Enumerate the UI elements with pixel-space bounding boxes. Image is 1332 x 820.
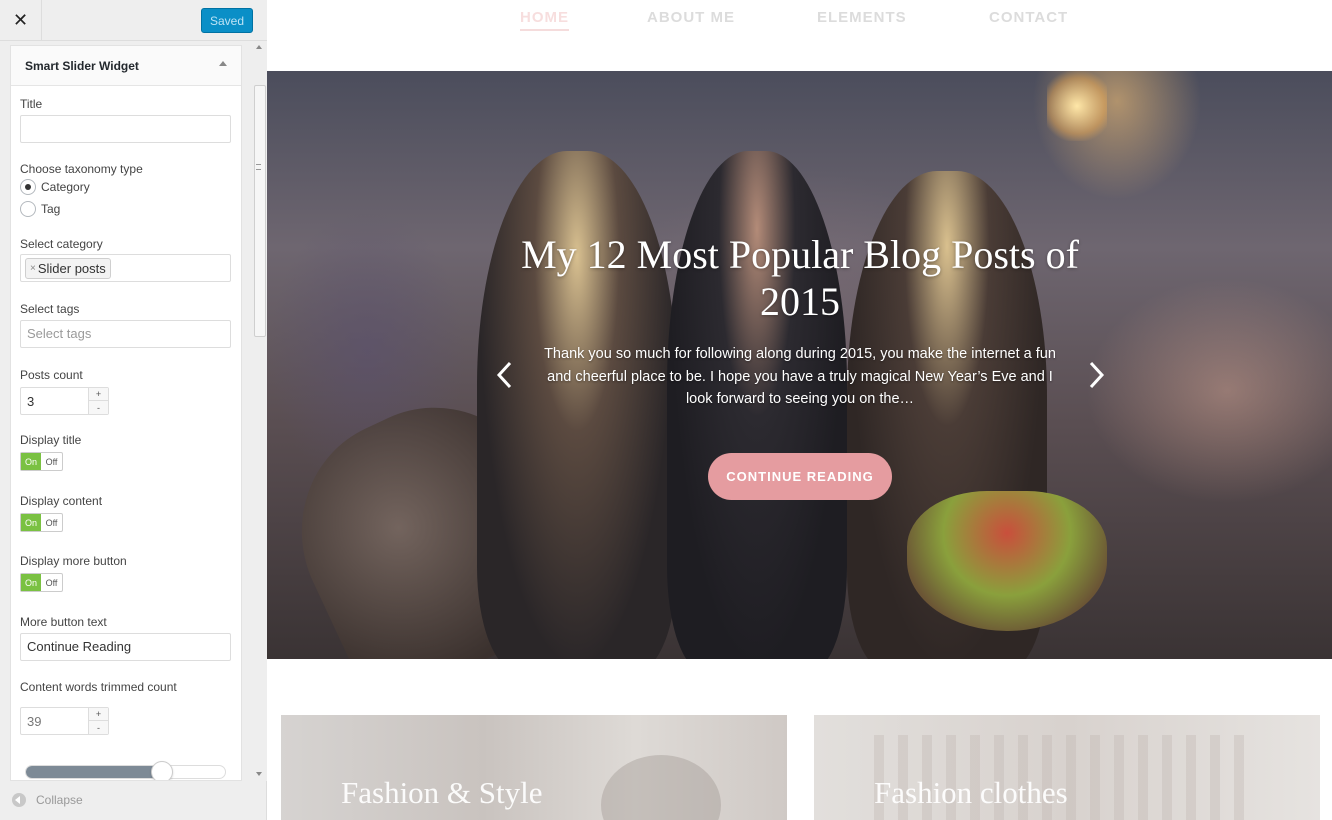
hero-excerpt: Thank you so much for following along du… — [544, 346, 1056, 407]
hero-title: My 12 Most Popular Blog Posts of 2015 — [521, 232, 1079, 324]
display-more-label: Display more button — [20, 554, 127, 568]
nav-home[interactable]: HOME — [520, 9, 569, 31]
display-title-label: Display title — [20, 433, 82, 447]
chevron-left-icon[interactable] — [496, 361, 512, 389]
tags-select[interactable]: Select tags — [20, 320, 231, 348]
scroll-down-icon[interactable] — [256, 772, 262, 776]
toggle-on: On — [21, 574, 41, 591]
collapse-arrow-icon — [12, 793, 26, 807]
widget-title: Smart Slider Widget — [25, 59, 139, 73]
toggle-on: On — [21, 514, 41, 531]
category-chip: × Slider posts — [25, 258, 111, 279]
widget-panel: Smart Slider Widget Title Choose taxonom… — [10, 45, 242, 781]
site-preview: HOME ABOUT ME ELEMENTS CONTACT My 12 Mos… — [267, 0, 1332, 820]
scroll-up-icon[interactable] — [256, 45, 262, 49]
toggle-off: Off — [45, 577, 58, 588]
category-chip-label: Slider posts — [37, 260, 106, 276]
hero-slider: My 12 Most Popular Blog Posts of 2015 Th… — [267, 71, 1332, 659]
increment-button[interactable]: + — [89, 708, 108, 721]
taxonomy-label: Choose taxonomy type — [20, 162, 143, 176]
nav-contact[interactable]: CONTACT — [989, 9, 1068, 26]
widget-header[interactable]: Smart Slider Widget — [11, 46, 241, 86]
panel-scrollbar[interactable] — [253, 41, 267, 781]
range-slider-fill — [26, 766, 163, 778]
customizer-sidebar: ✕ Saved Smart Slider Widget Title Choose… — [0, 0, 267, 820]
words-count-stepper[interactable]: 39 + - — [20, 707, 109, 735]
chevron-right-icon[interactable] — [1089, 361, 1105, 389]
radio-tag-label: Tag — [41, 202, 61, 216]
radio-category-label: Category — [41, 180, 90, 194]
scroll-thumb[interactable] — [254, 85, 266, 337]
sidebar-header: ✕ Saved — [0, 0, 267, 41]
display-more-toggle[interactable]: On Off — [20, 573, 63, 592]
radio-button-checked[interactable] — [20, 179, 36, 195]
continue-reading-button[interactable]: CONTINUE READING — [708, 453, 892, 500]
tags-label: Select tags — [20, 302, 80, 316]
collapse-label: Collapse — [36, 793, 83, 807]
category-label: Select category — [20, 237, 103, 251]
decrement-button[interactable]: - — [89, 401, 108, 414]
close-button[interactable]: ✕ — [0, 0, 42, 41]
display-title-toggle[interactable]: On Off — [20, 452, 63, 471]
card-title[interactable]: Fashion clothes — [874, 775, 1068, 811]
grip-icon — [256, 164, 261, 170]
post-card[interactable]: Fashion clothes — [814, 715, 1320, 820]
range-slider-handle[interactable] — [151, 761, 173, 780]
posts-count-stepper[interactable]: 3 + - — [20, 387, 109, 415]
close-icon: ✕ — [12, 10, 29, 30]
radio-category[interactable]: Category — [20, 179, 90, 195]
more-text-field[interactable]: Continue Reading — [20, 633, 231, 661]
nav-elements[interactable]: ELEMENTS — [817, 9, 907, 26]
radio-tag[interactable]: Tag — [20, 201, 60, 217]
toggle-off: Off — [45, 517, 58, 528]
saved-button[interactable]: Saved — [201, 8, 253, 33]
words-count-label: Content words trimmed count — [20, 680, 177, 694]
remove-chip-icon[interactable]: × — [30, 256, 36, 282]
card-title[interactable]: Fashion & Style — [341, 775, 543, 811]
title-field[interactable] — [20, 115, 231, 143]
category-select[interactable]: × Slider posts — [20, 254, 231, 282]
toggle-on: On — [21, 453, 41, 470]
more-text-label: More button text — [20, 615, 107, 629]
collapse-button[interactable]: Collapse — [12, 793, 83, 807]
range-slider-track[interactable] — [25, 765, 226, 779]
display-content-toggle[interactable]: On Off — [20, 513, 63, 532]
chevron-up-icon[interactable] — [219, 61, 227, 66]
card-photo — [601, 755, 721, 820]
main-nav: HOME ABOUT ME ELEMENTS CONTACT — [267, 0, 1332, 71]
nav-about[interactable]: ABOUT ME — [647, 9, 735, 26]
posts-count-value: 3 — [27, 394, 35, 409]
post-card[interactable]: Fashion & Style — [281, 715, 787, 820]
decrement-button[interactable]: - — [89, 721, 108, 734]
toggle-off: Off — [45, 456, 58, 467]
display-content-label: Display content — [20, 494, 103, 508]
increment-button[interactable]: + — [89, 388, 108, 401]
posts-count-label: Posts count — [20, 368, 83, 382]
words-count-value: 39 — [27, 714, 42, 729]
radio-button[interactable] — [20, 201, 36, 217]
title-label: Title — [20, 97, 43, 111]
